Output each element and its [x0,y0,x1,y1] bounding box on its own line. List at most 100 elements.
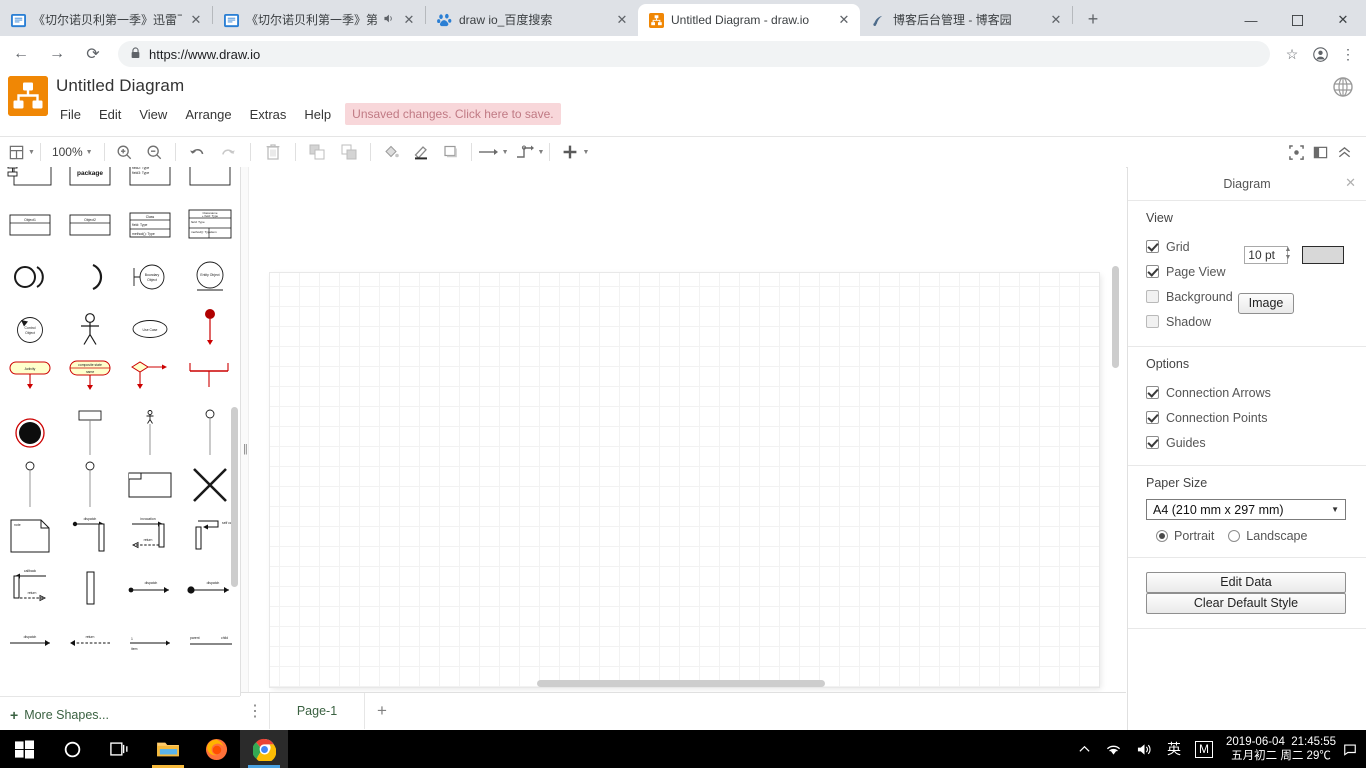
landscape-radio[interactable] [1228,530,1241,542]
globe-icon[interactable] [1332,76,1354,98]
browser-tab-1[interactable]: 《切尔诺贝利第一季》第0… ✕ [213,4,425,36]
shape-uml-package[interactable]: package [60,167,120,199]
shape-palette[interactable]: «Stereo package field1: Typefield2: Type… [0,167,241,696]
shape-uml-dispatch-arrow-open[interactable]: dispatch [120,563,180,615]
bookmark-star-icon[interactable]: ☆ [1278,40,1306,68]
shape-uml-frame[interactable] [120,459,180,511]
clock[interactable]: 2019-06-04 21:45:55 五月初二 周二 29℃ [1226,735,1336,763]
redo-icon[interactable] [213,137,245,167]
menu-help[interactable]: Help [304,107,331,122]
start-button[interactable] [0,730,48,768]
fullscreen-icon[interactable] [1284,137,1308,167]
connection-points-row[interactable]: Connection Points [1146,405,1366,430]
to-front-icon[interactable] [301,137,333,167]
browser-tab-2[interactable]: draw io_百度搜索 ✕ [426,4,638,36]
shape-uml-composite-state[interactable]: composite state name [60,355,120,407]
background-checkbox[interactable] [1146,290,1159,303]
tab-close-icon[interactable]: ✕ [401,12,417,28]
shape-uml-control-object[interactable]: Control Object [0,303,60,355]
firefox-button[interactable] [192,730,240,768]
line-color-icon[interactable] [406,137,436,167]
shape-uml-entity-object[interactable]: Entity Object [180,251,240,303]
to-back-icon[interactable] [333,137,365,167]
shape-uml-lifeline-actor[interactable] [120,407,180,459]
grid-size-stepper[interactable]: ▲ ▼ [1283,246,1293,264]
shape-uml-note[interactable]: note [0,511,60,563]
shape-uml-lifeline-control[interactable] [60,459,120,511]
shape-uml-send-signal[interactable] [180,303,240,355]
browser-tab-3[interactable]: Untitled Diagram - draw.io ✕ [638,4,860,36]
edit-data-button[interactable]: Edit Data [1146,572,1346,593]
menu-extras[interactable]: Extras [250,107,287,122]
menu-edit[interactable]: Edit [99,107,121,122]
shape-uml-lifeline-box[interactable] [60,407,120,459]
shadow-icon[interactable] [436,137,466,167]
browser-tab-0[interactable]: 《切尔诺贝利第一季》迅雷下… ✕ [0,4,212,36]
canvas-vertical-scrollbar[interactable] [1112,266,1119,368]
notifications-icon[interactable] [1342,734,1358,764]
add-page-button[interactable]: + [365,693,399,729]
window-maximize-button[interactable] [1274,4,1320,36]
palette-scrollbar[interactable] [231,407,238,587]
shape-uml-class-2-section[interactable] [180,167,240,199]
paper-size-select[interactable]: A4 (210 mm x 297 mm) ▼ [1146,499,1346,520]
tab-audio-icon[interactable] [381,12,395,28]
shape-uml-fork-join[interactable] [180,355,240,407]
shape-uml-sequence-callback[interactable]: callback return [0,563,60,615]
grid-color-swatch[interactable] [1302,246,1344,264]
fill-color-icon[interactable] [376,137,406,167]
profile-icon[interactable] [1306,40,1334,68]
shape-uml-final-state[interactable] [0,407,60,459]
chrome-button[interactable] [240,730,288,768]
shadow-checkbox[interactable] [1146,315,1159,328]
zoom-out-icon[interactable] [140,137,170,167]
grid-size-input[interactable]: 10 pt [1244,246,1288,264]
format-panel-toggle-icon[interactable] [1308,137,1332,167]
shape-uml-relation-arrow[interactable]: 1 item [120,615,180,667]
reload-icon[interactable]: ⟳ [78,39,108,69]
page-menu-icon[interactable]: ⋮ [241,693,269,729]
grid-checkbox[interactable] [1146,240,1159,253]
page-title[interactable]: Untitled Diagram [56,76,184,96]
window-close-button[interactable]: ✕ [1320,4,1366,36]
shape-uml-sequence-invocation-return[interactable]: invocation return [120,511,180,563]
edge-style-dropdown-button[interactable]: ▼ [515,137,544,167]
window-minimize-button[interactable]: — [1228,4,1274,36]
guides-checkbox[interactable] [1146,436,1159,449]
delete-icon[interactable] [256,137,290,167]
search-button[interactable] [48,730,96,768]
back-icon[interactable]: ← [6,39,36,69]
unsaved-changes-notice[interactable]: Unsaved changes. Click here to save. [345,103,561,125]
more-shapes-button[interactable]: + More Shapes... [0,696,240,733]
menu-arrange[interactable]: Arrange [185,107,231,122]
shape-uml-provided-required-interface[interactable] [0,251,60,303]
tab-close-icon[interactable]: ✕ [836,12,852,28]
shape-uml-association-labels[interactable]: parent child [180,615,240,667]
shape-uml-actor[interactable] [60,303,120,355]
menu-file[interactable]: File [60,107,81,122]
shape-uml-dispatch-plain[interactable]: dispatch [0,615,60,667]
shape-uml-sequence-dispatch[interactable]: dispatch [60,511,120,563]
shape-uml-decision-merge[interactable] [120,355,180,407]
tab-close-icon[interactable]: ✕ [614,12,630,28]
diagram-page-sheet[interactable] [270,273,1099,687]
shape-uml-class-full[interactable]: Classname + field: Type field: Type method(… [180,199,240,251]
show-hidden-icons-chevron-icon[interactable] [1078,743,1091,756]
chrome-menu-icon[interactable]: ⋮ [1334,40,1362,68]
clear-default-style-button[interactable]: Clear Default Style [1146,593,1346,614]
background-image-button[interactable]: Image [1238,293,1294,314]
ime-mode-indicator[interactable]: M [1195,740,1214,758]
palette-canvas-splitter[interactable] [241,167,249,696]
view-dropdown-button[interactable]: ▼ [8,137,35,167]
address-bar[interactable]: https://www.draw.io [118,41,1270,67]
zoom-in-icon[interactable] [110,137,140,167]
connection-points-checkbox[interactable] [1146,411,1159,424]
insert-dropdown-button[interactable]: ▼ [561,137,589,167]
shape-uml-required-interface[interactable] [60,251,120,303]
page-view-checkbox[interactable] [1146,265,1159,278]
tab-close-icon[interactable]: ✕ [1048,12,1064,28]
guides-row[interactable]: Guides [1146,430,1366,455]
portrait-radio[interactable] [1156,530,1168,542]
tab-close-icon[interactable]: ✕ [188,12,204,28]
new-tab-button[interactable]: + [1079,5,1107,33]
